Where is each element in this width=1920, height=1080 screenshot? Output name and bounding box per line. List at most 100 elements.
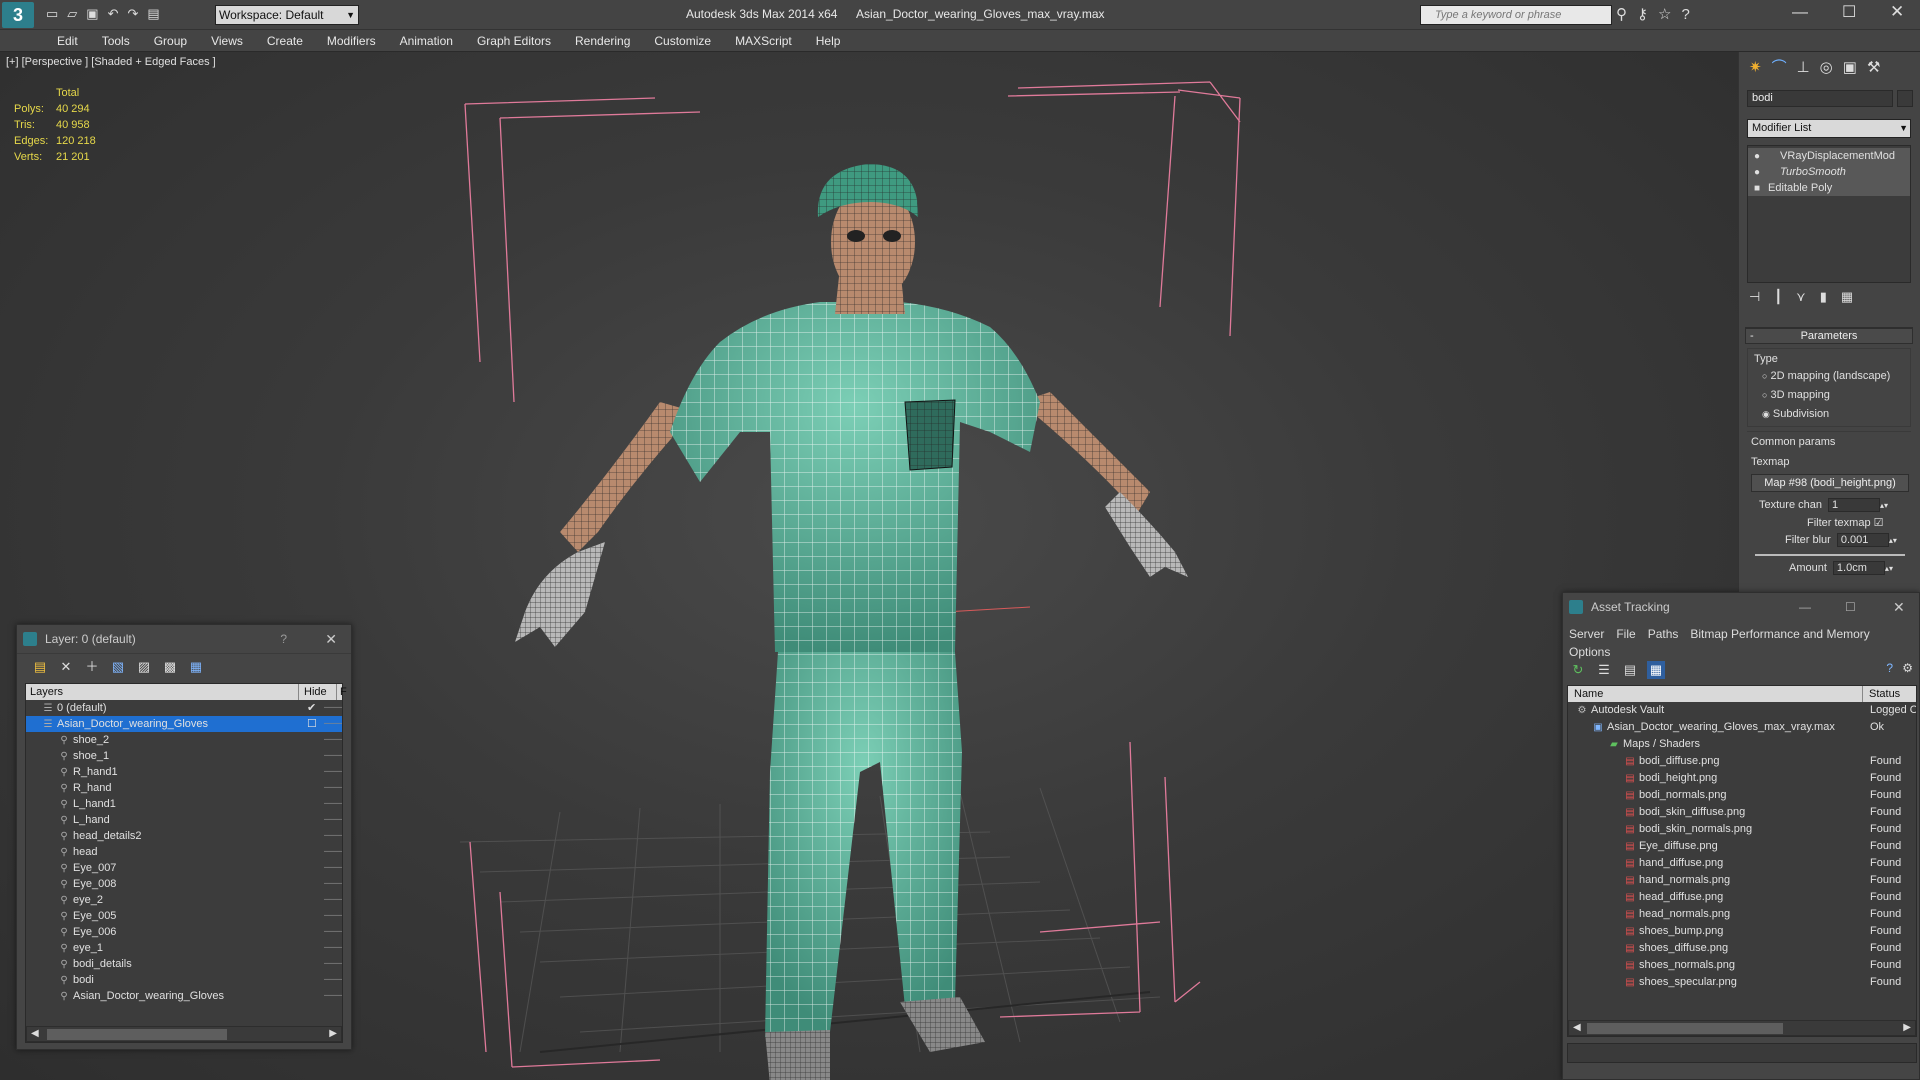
menu-modifiers[interactable]: Modifiers xyxy=(315,30,388,52)
layer-object-row[interactable]: ⚲ Asian_Doctor_wearing_Gloves —— xyxy=(26,988,342,1004)
menu-group[interactable]: Group xyxy=(142,30,199,52)
scroll-right-icon[interactable]: ▶ xyxy=(1903,1022,1911,1033)
freeze-toggle[interactable]: —— xyxy=(324,940,342,956)
asset-row[interactable]: ▤ bodi_height.png Found xyxy=(1568,770,1916,787)
column-name[interactable]: Name xyxy=(1574,686,1603,702)
key-icon[interactable]: ⚷ xyxy=(1637,6,1658,23)
freeze-toggle[interactable]: —— xyxy=(324,780,342,796)
delete-layer-icon[interactable]: ✕ xyxy=(57,658,75,676)
freeze-toggle[interactable]: —— xyxy=(324,748,342,764)
pin-stack-icon[interactable]: ⊣ xyxy=(1749,289,1774,304)
layer-object-row[interactable]: ⚲ L_hand1 —— xyxy=(26,796,342,812)
asset-row[interactable]: ▤ bodi_skin_diffuse.png Found xyxy=(1568,804,1916,821)
layer-object-row[interactable]: ⚲ R_hand1 —— xyxy=(26,764,342,780)
asset-row[interactable]: ▤ shoes_bump.png Found xyxy=(1568,923,1916,940)
menu-rendering[interactable]: Rendering xyxy=(563,30,642,52)
checkbox-checked-icon[interactable]: ☑ xyxy=(1874,517,1884,529)
freeze-toggle[interactable]: —— xyxy=(324,876,342,892)
layer-object-row[interactable]: ⚲ Eye_007 —— xyxy=(26,860,342,876)
column-status[interactable]: Status xyxy=(1862,686,1900,702)
scroll-left-icon[interactable]: ◀ xyxy=(1573,1022,1581,1033)
layer-object-row[interactable]: ⚲ Eye_008 —— xyxy=(26,876,342,892)
scroll-thumb[interactable] xyxy=(1587,1023,1783,1034)
close-icon[interactable]: ✕ xyxy=(1893,593,1905,621)
menu-create[interactable]: Create xyxy=(255,30,315,52)
menu-paths[interactable]: Paths xyxy=(1648,627,1679,641)
search-input[interactable]: Type a keyword or phrase xyxy=(1420,5,1612,25)
detail-view-icon[interactable]: ▤ xyxy=(1621,661,1639,679)
asset-row[interactable]: ▤ hand_normals.png Found xyxy=(1568,872,1916,889)
layer-object-row[interactable]: ⚲ bodi —— xyxy=(26,972,342,988)
freeze-toggle[interactable]: —— xyxy=(324,924,342,940)
menu-maxscript[interactable]: MAXScript xyxy=(723,30,804,52)
create-layer-icon[interactable]: ▤ xyxy=(31,658,49,676)
highlight-layer-icon[interactable]: ▨ xyxy=(135,658,153,676)
freeze-toggle[interactable]: —— xyxy=(324,956,342,972)
object-name-field[interactable]: bodi xyxy=(1747,90,1893,107)
list-view-icon[interactable]: ☰ xyxy=(1595,661,1613,679)
asset-window-titlebar[interactable]: Asset Tracking — ☐ ✕ xyxy=(1563,593,1919,621)
layer-window-titlebar[interactable]: Layer: 0 (default) ? ✕ xyxy=(17,625,351,653)
freeze-toggle[interactable]: —— xyxy=(324,988,342,1004)
utilities-tab-icon[interactable]: ⚒ xyxy=(1867,59,1890,76)
spinner-arrows-icon[interactable]: ▴▾ xyxy=(1885,564,1893,573)
amount-spinner[interactable]: 1.0cm xyxy=(1832,561,1885,575)
hierarchy-tab-icon[interactable]: ⊥ xyxy=(1797,59,1820,76)
radio-2d-mapping[interactable]: ○ 2D mapping (landscape) xyxy=(1754,368,1910,384)
radio-subdivision[interactable]: ◉ Subdivision xyxy=(1754,406,1910,422)
horizontal-scrollbar[interactable]: ◀ ▶ xyxy=(26,1026,342,1042)
scroll-thumb[interactable] xyxy=(47,1029,227,1040)
display-tab-icon[interactable]: ▣ xyxy=(1843,59,1867,76)
layer-object-row[interactable]: ⚲ eye_2 —— xyxy=(26,892,342,908)
remove-modifier-icon[interactable]: ▮ xyxy=(1820,289,1841,304)
layer-object-row[interactable]: ⚲ head_details2 —— xyxy=(26,828,342,844)
layer-object-row[interactable]: ⚲ eye_1 —— xyxy=(26,940,342,956)
layer-object-row[interactable]: ⚲ bodi_details —— xyxy=(26,956,342,972)
settings-icon[interactable]: ⚙ xyxy=(1902,661,1913,675)
menu-animation[interactable]: Animation xyxy=(388,30,465,52)
layer-row[interactable]: ☰ 0 (default) ✔ —— xyxy=(26,700,342,716)
filter-blur-spinner[interactable]: 0.001 xyxy=(1836,533,1889,547)
layer-object-row[interactable]: ⚲ head —— xyxy=(26,844,342,860)
minimize-button[interactable]: — xyxy=(1799,593,1811,621)
asset-row[interactable]: ▤ bodi_diffuse.png Found xyxy=(1568,753,1916,770)
create-tab-icon[interactable]: ✷ xyxy=(1749,59,1772,76)
layer-object-row[interactable]: ⚲ R_hand —— xyxy=(26,780,342,796)
horizontal-scrollbar[interactable]: ◀ ▶ xyxy=(1568,1020,1916,1036)
asset-row[interactable]: ▤ shoes_diffuse.png Found xyxy=(1568,940,1916,957)
menu-views[interactable]: Views xyxy=(199,30,255,52)
help-icon[interactable]: ? xyxy=(280,625,287,653)
stack-item-editable-poly[interactable]: ■ Editable Poly xyxy=(1748,180,1910,196)
asset-row[interactable]: ▤ head_normals.png Found xyxy=(1568,906,1916,923)
filter-texmap-row[interactable]: Filter texmap ☑ xyxy=(1751,515,1911,531)
asset-path-field[interactable] xyxy=(1567,1043,1917,1063)
menu-edit[interactable]: Edit xyxy=(45,30,90,52)
object-color-swatch[interactable] xyxy=(1897,90,1913,107)
active-layer-check-icon[interactable]: ✔ xyxy=(307,700,316,716)
freeze-toggle[interactable]: —— xyxy=(324,844,342,860)
freeze-toggle[interactable]: —— xyxy=(324,828,342,844)
project-icon[interactable]: ▤ xyxy=(147,6,168,21)
freeze-toggle[interactable]: —— xyxy=(324,716,342,732)
column-freeze[interactable]: F xyxy=(336,684,347,700)
asset-row[interactable]: ▤ bodi_skin_normals.png Found xyxy=(1568,821,1916,838)
freeze-toggle[interactable]: —— xyxy=(324,700,342,716)
spinner-arrows-icon[interactable]: ▴▾ xyxy=(1889,536,1897,545)
help-icon[interactable]: ? xyxy=(1886,661,1893,675)
menu-graph-editors[interactable]: Graph Editors xyxy=(465,30,563,52)
menu-customize[interactable]: Customize xyxy=(642,30,723,52)
modifier-list-dropdown[interactable]: Modifier List ▼ xyxy=(1747,119,1911,138)
menu-tools[interactable]: Tools xyxy=(90,30,142,52)
layer-object-row[interactable]: ⚲ shoe_1 —— xyxy=(26,748,342,764)
make-unique-icon[interactable]: ⋎ xyxy=(1796,289,1820,304)
asset-row[interactable]: ▣ Asian_Doctor_wearing_Gloves_max_vray.ma… xyxy=(1568,719,1916,736)
close-button[interactable]: ✕ xyxy=(1890,2,1904,22)
maximize-button[interactable]: ☐ xyxy=(1842,2,1856,22)
undo-icon[interactable]: ↶ xyxy=(108,6,128,21)
layer-object-row[interactable]: ⚲ Eye_005 —— xyxy=(26,908,342,924)
asset-row[interactable]: ▤ bodi_normals.png Found xyxy=(1568,787,1916,804)
spinner-arrows-icon[interactable]: ▴▾ xyxy=(1880,501,1888,510)
column-hide[interactable]: Hide xyxy=(298,684,327,700)
help-icon[interactable]: ? xyxy=(1681,6,1699,23)
freeze-toggle[interactable]: —— xyxy=(324,860,342,876)
